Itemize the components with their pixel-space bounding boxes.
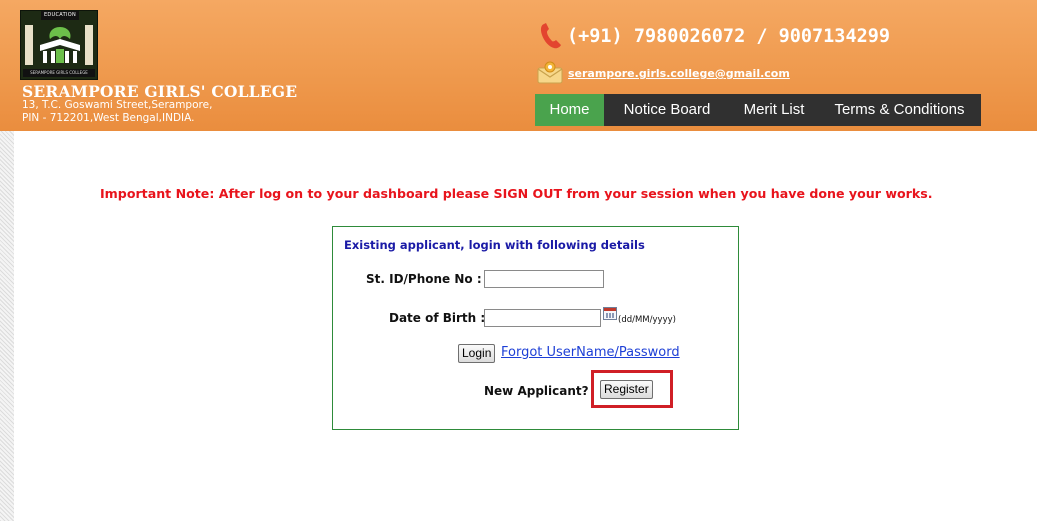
- calendar-icon[interactable]: [603, 307, 617, 320]
- envelope-icon: [537, 61, 563, 84]
- calendar-icon-grid: [606, 313, 614, 318]
- phone-icon: [540, 23, 561, 49]
- important-note: Important Note: After log on to your das…: [100, 186, 933, 201]
- nav-merit-list[interactable]: Merit List: [730, 94, 818, 126]
- site-header: EDUCATION SERAMPORE GIRLS COLLEGE SERAMP…: [0, 0, 1037, 131]
- phone-number: (+91) 7980026072 / 9007134299: [567, 26, 891, 47]
- forgot-credentials-link[interactable]: Forgot UserName/Password: [501, 345, 680, 360]
- nav-notice-board[interactable]: Notice Board: [604, 94, 730, 126]
- date-format-hint: (dd/MM/yyyy): [618, 315, 676, 325]
- logo-bottom-text: SERAMPORE GIRLS COLLEGE: [23, 69, 95, 77]
- nav-terms-conditions[interactable]: Terms & Conditions: [818, 94, 981, 126]
- login-button[interactable]: Login: [458, 344, 496, 363]
- dob-input[interactable]: [484, 309, 601, 327]
- college-logo[interactable]: EDUCATION SERAMPORE GIRLS COLLEGE: [20, 10, 98, 80]
- logo-top-text: EDUCATION: [41, 11, 79, 20]
- dob-label: Date of Birth :: [389, 311, 486, 325]
- register-button[interactable]: Register: [600, 380, 653, 399]
- email-link[interactable]: serampore.girls.college@gmail.com: [568, 67, 790, 80]
- logo-right-band: [85, 25, 93, 65]
- student-id-label: St. ID/Phone No :: [366, 272, 482, 286]
- logo-emblem: [40, 27, 80, 63]
- student-id-input[interactable]: [484, 270, 604, 288]
- calendar-icon-header: [604, 308, 616, 311]
- main-nav: Home Notice Board Merit List Terms & Con…: [535, 94, 981, 126]
- nav-home[interactable]: Home: [535, 94, 604, 126]
- login-panel-title: Existing applicant, login with following…: [344, 238, 645, 252]
- address-line-1: 13, T.C. Goswami Street,Serampore,: [22, 99, 213, 111]
- new-applicant-label: New Applicant?: [484, 384, 589, 398]
- login-panel: Existing applicant, login with following…: [332, 226, 739, 430]
- logo-left-band: [25, 25, 33, 65]
- address-line-2: PIN - 712201,West Bengal,INDIA.: [22, 112, 195, 124]
